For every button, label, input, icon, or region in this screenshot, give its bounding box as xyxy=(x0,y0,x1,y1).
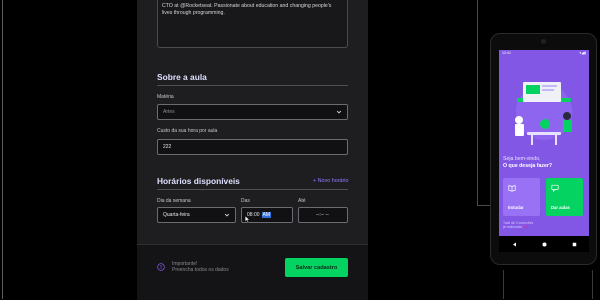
section-title-schedule: Horários disponíveis xyxy=(157,176,240,186)
to-label: Até xyxy=(298,198,306,204)
to-value: --:-- -- xyxy=(316,212,329,218)
section-divider xyxy=(157,85,348,86)
home-icon[interactable] xyxy=(542,242,547,247)
study-label: Estudar xyxy=(508,205,524,210)
connections-count: Total de 2 conexões já realizadas 💜 xyxy=(503,221,533,230)
weekday-value: Quarta-feira xyxy=(163,212,190,218)
android-nav-bar xyxy=(499,236,589,252)
cost-value: 222 xyxy=(163,144,172,150)
subject-select[interactable]: Artes xyxy=(157,104,348,120)
chat-icon xyxy=(551,184,559,192)
chevron-down-icon xyxy=(224,213,230,217)
connections-line2: já realizadas 💜 xyxy=(503,225,528,230)
book-icon xyxy=(508,185,516,192)
emulator-window-line xyxy=(503,270,504,299)
to-time-input[interactable]: --:-- -- xyxy=(298,207,348,223)
status-bar: 12:41 ▾◢▮ xyxy=(499,50,589,56)
from-ampm-selected: AM xyxy=(261,212,272,218)
save-button[interactable]: Salvar cadastro xyxy=(285,258,348,277)
greeting: Seja bem-vindo, O que deseja fazer? xyxy=(503,156,552,169)
from-label: Das xyxy=(241,198,250,204)
greeting-line1: Seja bem-vindo, xyxy=(503,156,541,162)
subject-value: Artes xyxy=(163,109,175,115)
subject-label: Matéria xyxy=(157,94,174,100)
back-icon[interactable] xyxy=(512,242,517,247)
teach-button[interactable]: Dar aulas xyxy=(546,178,583,216)
cost-input[interactable]: 222 xyxy=(157,139,348,155)
study-button[interactable]: Estudar xyxy=(503,178,540,216)
form-footer: Importante! Preencha todos os dados Salv… xyxy=(137,244,368,300)
cost-label: Custo da sua hora por aula xyxy=(157,128,218,134)
weekday-label: Dia da semana xyxy=(157,198,191,204)
camera-dot xyxy=(541,39,546,44)
from-time-input[interactable]: 08:00 AM xyxy=(241,207,293,223)
chevron-down-icon xyxy=(336,110,342,114)
emulator-window-line xyxy=(592,270,593,299)
emulator-window-line xyxy=(477,0,478,205)
new-schedule-link[interactable]: + Novo horário xyxy=(313,178,349,184)
section-title-class: Sobre a aula xyxy=(157,72,207,82)
important-text: Preencha todos os dados xyxy=(172,266,229,273)
section-divider xyxy=(157,189,348,190)
recents-icon[interactable] xyxy=(572,242,577,247)
landing-illustration xyxy=(515,82,572,145)
weekday-select[interactable]: Quarta-feira xyxy=(157,207,236,223)
bio-textarea[interactable]: CTO at @Rocketseat. Passionate about edu… xyxy=(157,0,348,48)
android-emulator: 12:41 ▾◢▮ Seja bem-vindo, O que deseja f… xyxy=(490,33,597,265)
teacher-form: CTO at @Rocketseat. Passionate about edu… xyxy=(137,0,368,300)
phone-screen: 12:41 ▾◢▮ Seja bem-vindo, O que deseja f… xyxy=(499,50,589,252)
teach-label: Dar aulas xyxy=(551,205,570,210)
status-icons: ▾◢▮ xyxy=(579,51,586,55)
warning-icon xyxy=(157,263,165,271)
mouse-cursor-icon xyxy=(245,216,250,223)
status-time: 12:41 xyxy=(502,51,511,55)
important-notice: Importante! Preencha todos os dados xyxy=(172,261,229,274)
greeting-line2: O que deseja fazer? xyxy=(503,162,553,169)
left-vertical-line xyxy=(2,0,3,299)
